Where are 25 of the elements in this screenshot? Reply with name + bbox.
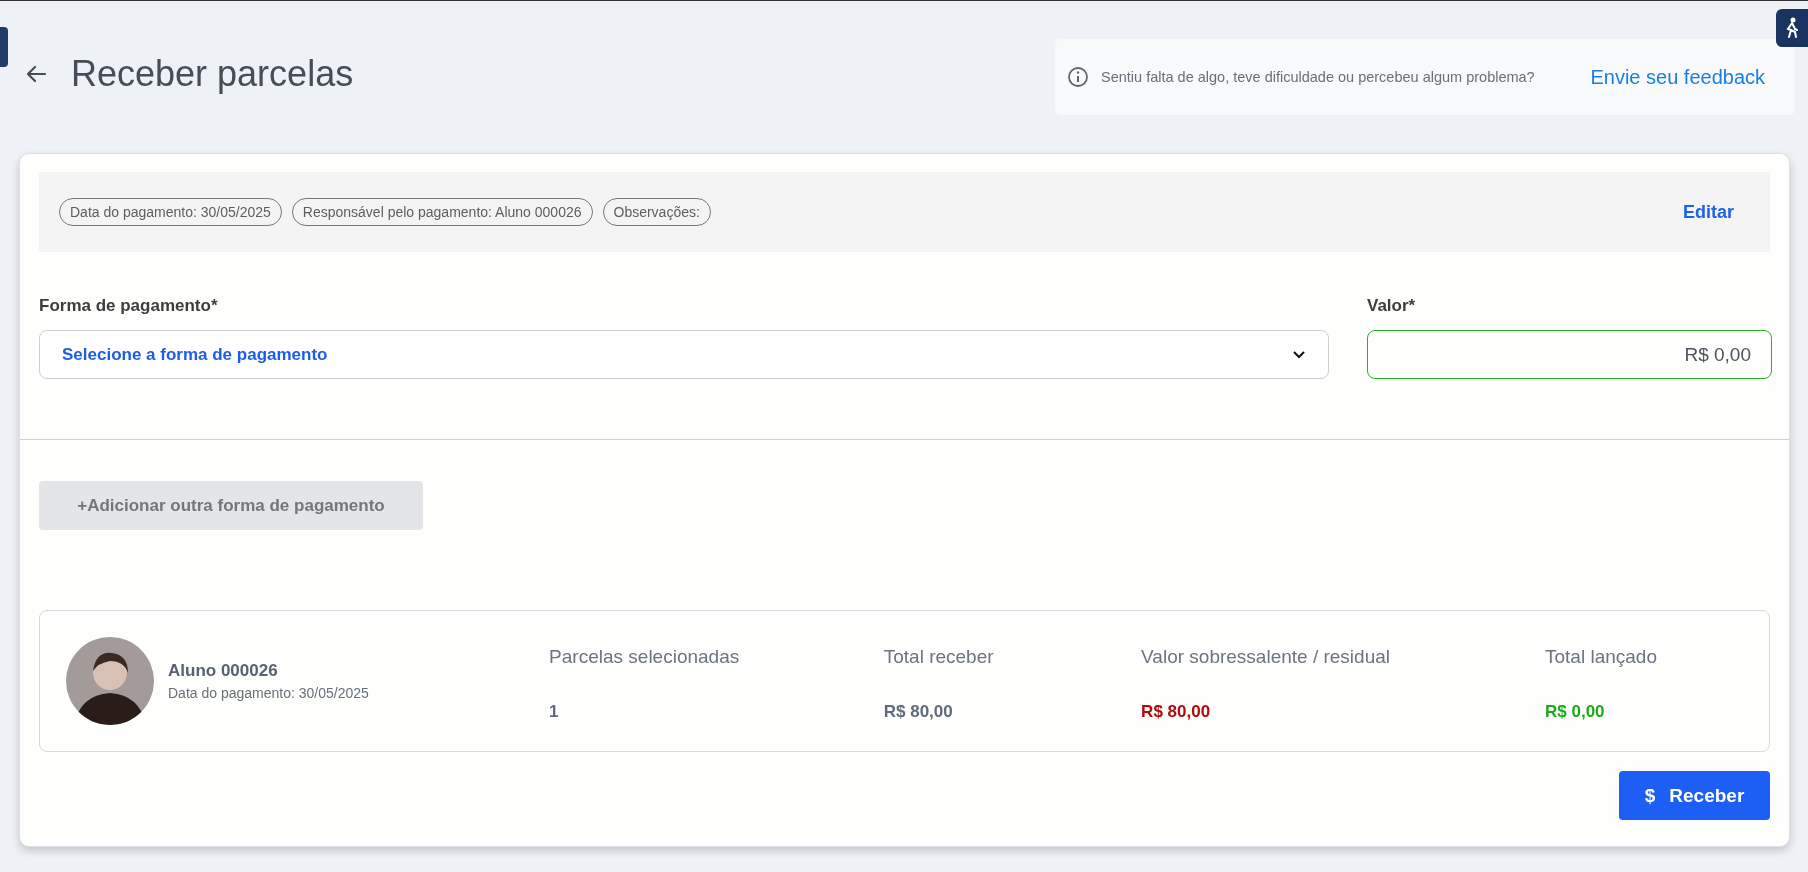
metric-value: R$ 80,00 xyxy=(1141,702,1212,722)
student-payment-date: Data do pagamento: 30/05/2025 xyxy=(168,685,369,701)
chevron-down-icon xyxy=(1292,349,1306,360)
back-button[interactable] xyxy=(25,64,47,84)
feedback-message: Sentiu falta de algo, teve dificuldade ou percebeu algum problema? xyxy=(1101,69,1536,85)
metric-value: 1 xyxy=(549,702,560,722)
metric-label: Total receber xyxy=(883,646,995,668)
edit-button[interactable]: Editar xyxy=(1677,200,1740,224)
metric-value: R$ 80,00 xyxy=(883,702,954,722)
info-icon xyxy=(1067,66,1089,88)
feedback-link[interactable]: Envie seu feedback xyxy=(1590,65,1765,89)
metric-label: Total lançado xyxy=(1545,646,1658,668)
metric-label: Parcelas selecionadas xyxy=(549,646,741,668)
accessibility-button[interactable] xyxy=(1776,9,1808,47)
metric-value: R$ 0,00 xyxy=(1545,702,1606,722)
page-title: Receber parcelas xyxy=(71,53,354,95)
accessibility-icon xyxy=(1783,17,1801,39)
amount-field[interactable]: R$ 0,00 xyxy=(1367,330,1772,379)
field-label: Forma de pagamento* xyxy=(39,296,219,316)
payment-method-select[interactable]: Selecione a forma de pagamento xyxy=(39,330,1329,379)
metric-label: Valor sobressalente / residual xyxy=(1141,646,1391,668)
student-name: Aluno 000026 xyxy=(168,661,279,681)
field-label: Valor* xyxy=(1367,296,1417,316)
receive-button[interactable]: $ Receber xyxy=(1619,771,1770,820)
back-arrow-icon xyxy=(25,64,47,84)
